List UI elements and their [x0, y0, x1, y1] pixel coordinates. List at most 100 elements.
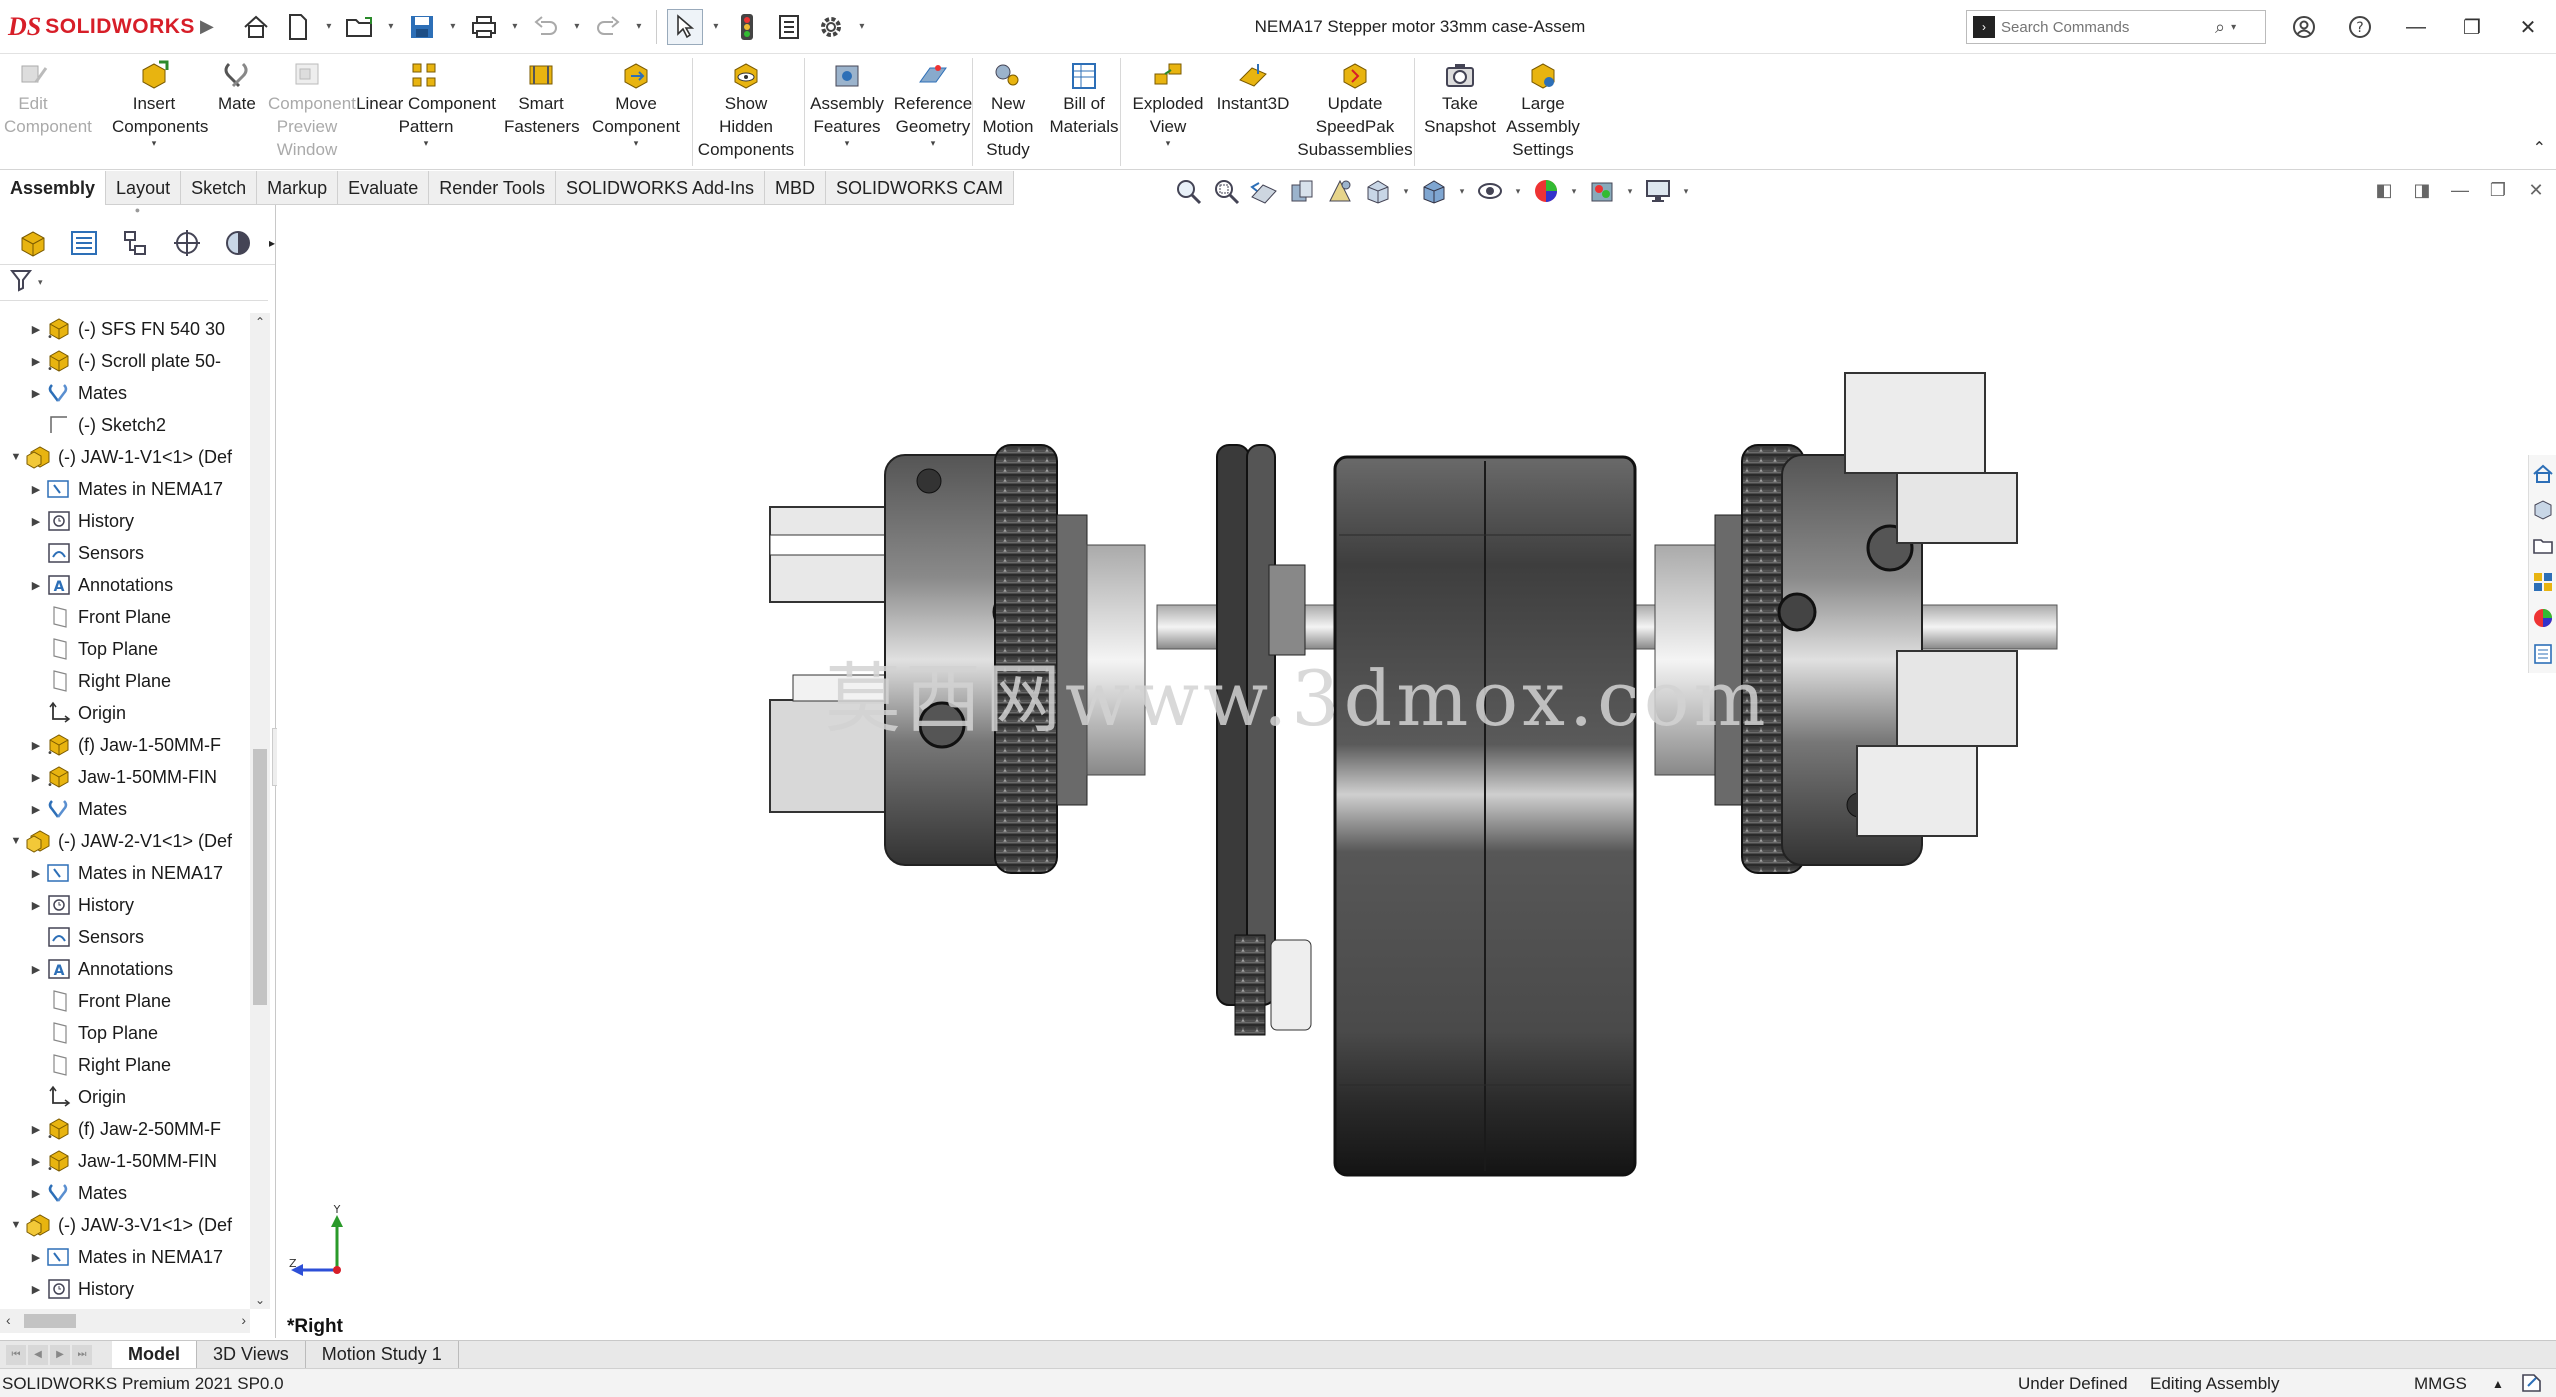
section-view-icon[interactable]	[1286, 176, 1318, 206]
display-manager-icon[interactable]	[218, 224, 259, 262]
assembly-model-render[interactable]	[277, 205, 2556, 1338]
print-dropdown-icon[interactable]: ▾	[508, 21, 522, 32]
tree-item[interactable]: ▶ Mates in NEMA17	[0, 857, 250, 889]
custom-properties-icon[interactable]	[2530, 639, 2556, 669]
expand-arrow-icon[interactable]: ▶	[28, 1251, 44, 1264]
expand-arrow-icon[interactable]: ▶	[28, 387, 44, 400]
home-icon[interactable]	[238, 9, 274, 45]
large-assembly-settings-button[interactable]: Large Assembly Settings	[1500, 60, 1586, 161]
expand-arrow-icon[interactable]: ▶	[28, 1155, 44, 1168]
undo-dropdown-icon[interactable]: ▾	[570, 21, 584, 32]
dimxpert-manager-icon[interactable]	[166, 224, 207, 262]
update-speedpak-button[interactable]: Update SpeedPak Subassemblies	[1290, 60, 1420, 161]
expand-arrow-icon[interactable]: ▶	[28, 1283, 44, 1296]
scroll-left-icon[interactable]: ‹	[6, 1312, 11, 1328]
feature-manager-tree-icon[interactable]	[12, 224, 53, 262]
tab-solidworks-add-ins[interactable]: SOLIDWORKS Add-Ins	[555, 171, 766, 205]
display-style-icon[interactable]	[1418, 176, 1450, 206]
edit-appearance-icon[interactable]	[1530, 176, 1562, 206]
tree-item[interactable]: Origin	[0, 697, 250, 729]
tree-item[interactable]: Sensors	[0, 537, 250, 569]
unit-system-selector[interactable]: MMGS	[2414, 1374, 2467, 1394]
exploded-view-button[interactable]: Exploded View ▾	[1124, 60, 1212, 148]
zoom-to-fit-icon[interactable]	[1172, 176, 1204, 206]
bottom-tab-model[interactable]: Model	[112, 1340, 197, 1369]
mate-button[interactable]: Mate	[218, 60, 256, 115]
tree-item[interactable]: ▶ Mates in NEMA17	[0, 1241, 250, 1273]
graphics-area[interactable]: 莫西网www.3dmox.com Y Z *Right	[277, 205, 2556, 1338]
save-icon[interactable]	[404, 9, 440, 45]
menu-expand-arrow-icon[interactable]: ▶	[200, 16, 214, 37]
expand-arrow-icon[interactable]: ▶	[28, 515, 44, 528]
save-dropdown-icon[interactable]: ▾	[446, 21, 460, 32]
view-palette-icon[interactable]	[2530, 567, 2556, 597]
insert-components-dropdown-icon[interactable]: ▾	[112, 138, 196, 148]
move-component-dropdown-icon[interactable]: ▾	[584, 138, 688, 148]
view-orientation-icon[interactable]	[1362, 176, 1394, 206]
tab-mbd[interactable]: MBD	[765, 171, 827, 205]
scroll-down-icon[interactable]: ⌄	[250, 1293, 270, 1307]
tree-item[interactable]: Sensors	[0, 921, 250, 953]
file-explorer-icon[interactable]	[2530, 531, 2556, 561]
bottom-tab-3d-views[interactable]: 3D Views	[197, 1340, 306, 1369]
filter-dropdown-icon[interactable]: ▾	[38, 277, 43, 288]
tab-solidworks-cam[interactable]: SOLIDWORKS CAM	[826, 171, 1015, 205]
new-motion-study-button[interactable]: New Motion Study	[978, 60, 1038, 161]
feature-manager-more-tabs-icon[interactable]: ▸	[269, 236, 275, 250]
expand-arrow-icon[interactable]: ▶	[28, 355, 44, 368]
view-settings-dropdown-icon[interactable]: ▾	[1680, 186, 1692, 197]
hide-show-items-icon[interactable]	[1474, 176, 1506, 206]
reference-geometry-dropdown-icon[interactable]: ▾	[892, 138, 974, 148]
apply-scene-icon[interactable]	[1586, 176, 1618, 206]
tree-item[interactable]: Right Plane	[0, 1049, 250, 1081]
nema17-stepper-motor[interactable]	[1333, 455, 1637, 1177]
tree-item[interactable]: ▶ • (f) Jaw-1-50MM-F	[0, 729, 250, 761]
last-tab-icon[interactable]: ⏭	[72, 1344, 92, 1365]
tree-item[interactable]: ▼ (-) JAW-1-V1<1> (Def	[0, 441, 250, 473]
tab-evaluate[interactable]: Evaluate	[338, 171, 430, 205]
tree-item[interactable]: ▶ • (-) Scroll plate 50-	[0, 345, 250, 377]
expand-arrow-icon[interactable]: ▶	[28, 963, 44, 976]
show-hidden-components-button[interactable]: Show Hidden Components	[696, 60, 796, 161]
tab-markup[interactable]: Markup	[257, 171, 339, 205]
tree-item[interactable]: ▶ Mates	[0, 793, 250, 825]
restore-window-icon[interactable]: ❐	[2444, 0, 2500, 54]
tree-item[interactable]: ▶ • Jaw-1-50MM-FIN	[0, 1145, 250, 1177]
search-dropdown-icon[interactable]: ▾	[2231, 22, 2236, 33]
instant3d-button[interactable]: Instant3D	[1206, 60, 1300, 115]
tree-item[interactable]: ▶ Mates	[0, 1177, 250, 1209]
rebuild-traffic-light-icon[interactable]	[729, 9, 765, 45]
scroll-right-icon[interactable]: ›	[241, 1312, 246, 1328]
link-views-icon[interactable]: ◨	[2410, 180, 2434, 201]
tab-layout[interactable]: Layout	[106, 171, 182, 205]
bottom-tab-motion-study-1[interactable]: Motion Study 1	[306, 1340, 459, 1369]
tree-item[interactable]: Front Plane	[0, 985, 250, 1017]
tree-item[interactable]: Front Plane	[0, 601, 250, 633]
hide-show-dropdown-icon[interactable]: ▾	[1512, 186, 1524, 197]
tree-item[interactable]: ▼ (-) JAW-2-V1<1> (Def	[0, 825, 250, 857]
tree-item[interactable]: Top Plane	[0, 1017, 250, 1049]
redo-icon[interactable]	[590, 9, 626, 45]
close-window-icon[interactable]: ✕	[2500, 0, 2556, 54]
linear-component-pattern-dropdown-icon[interactable]: ▾	[350, 138, 502, 148]
viewport-close-icon[interactable]: ✕	[2524, 180, 2548, 201]
take-snapshot-button[interactable]: Take Snapshot	[1420, 60, 1500, 138]
tree-item[interactable]: ▶ • (-) SFS FN 540 30	[0, 313, 250, 345]
component-preview-window-button[interactable]: Component Preview Window	[268, 60, 356, 161]
design-library-icon[interactable]	[2530, 495, 2556, 525]
filter-funnel-icon[interactable]	[9, 268, 36, 297]
redo-dropdown-icon[interactable]: ▾	[632, 21, 646, 32]
tree-item[interactable]: ▶ • (f) Jaw-2-50MM-F	[0, 1113, 250, 1145]
print-icon[interactable]	[466, 9, 502, 45]
expand-arrow-icon[interactable]: ▶	[28, 739, 44, 752]
collapse-arrow-icon[interactable]: ▼	[8, 1219, 24, 1231]
tree-item[interactable]: ▶ History	[0, 889, 250, 921]
expand-arrow-icon[interactable]: ▶	[28, 579, 44, 592]
next-tab-icon[interactable]: ▶	[50, 1344, 70, 1365]
expand-arrow-icon[interactable]: ▶	[28, 1187, 44, 1200]
bill-of-materials-button[interactable]: Bill of Materials	[1044, 60, 1124, 138]
open-folder-icon[interactable]	[342, 9, 378, 45]
edit-component-button[interactable]: Edit Component	[4, 60, 92, 138]
options-dropdown-icon[interactable]: ▾	[855, 21, 869, 32]
configuration-manager-icon[interactable]	[115, 224, 156, 262]
